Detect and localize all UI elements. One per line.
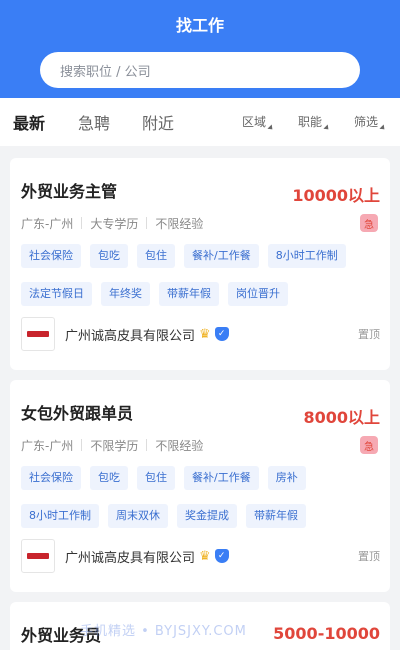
watermark: 手机精选 • BYJSJXY.COM [80,624,247,639]
benefit-tags: 法定节假日 年终奖 带薪年假 岗位晋升 [21,282,297,306]
company-row[interactable]: 广州诚高皮具有限公司 ♛ ✓ 置顶 [21,317,380,351]
job-salary: 8000以上 [303,408,380,427]
benefit-tag: 餐补/工作餐 [184,244,259,268]
job-meta: 广东-广州 大专学历 不限经验 [21,215,203,232]
benefit-tags: 社会保险 包吃 包住 餐补/工作餐 房补 [21,466,315,490]
crown-icon: ♛ [199,326,211,342]
dropdown-triangle-icon [379,124,387,132]
filter-region-label: 区域 [242,115,267,129]
job-education: 大专学历 [90,217,139,231]
tab-latest[interactable]: 最新 [13,110,45,134]
job-salary: 5000-10000 [273,624,380,643]
search-placeholder: 搜索职位 / 公司 [60,64,151,80]
benefit-tag: 包住 [137,244,175,268]
job-meta: 广东-广州 不限学历 不限经验 [21,437,203,454]
benefit-tag: 餐补/工作餐 [184,466,259,490]
filter-region[interactable]: 区域 [242,113,275,132]
tab-urgent[interactable]: 急聘 [78,110,110,134]
benefit-tag: 房补 [267,466,306,490]
page-title: 找工作 [175,16,224,35]
verified-icon: ✓ [214,327,229,341]
benefit-tag: 奖金提成 [177,504,237,528]
job-experience: 不限经验 [155,217,204,231]
urgent-badge: 急 [360,214,378,232]
company-row[interactable]: 广州诚高皮具有限公司 ♛ ✓ 置顶 [21,539,380,573]
divider [146,439,148,451]
benefit-tag: 包吃 [90,466,128,490]
company-logo [21,317,55,351]
dropdown-triangle-icon [267,124,275,132]
benefit-tag: 包住 [137,466,175,490]
tab-nearby[interactable]: 附近 [142,110,174,134]
job-title: 外贸业务主管 [21,182,118,201]
pinned-label: 置顶 [358,550,380,563]
job-title: 女包外贸跟单员 [21,404,134,423]
filter-screen[interactable]: 筛选 [354,113,387,132]
job-location: 广东-广州 [21,439,74,453]
company-name: 广州诚高皮具有限公司 [65,550,196,566]
benefit-tags: 8小时工作制 周末双休 奖金提成 带薪年假 [21,504,315,528]
filter-function-label: 职能 [298,115,323,129]
benefit-tag: 社会保险 [21,466,81,490]
benefit-tag: 带薪年假 [159,282,219,306]
benefit-tag: 法定节假日 [21,282,92,306]
benefit-tags: 社会保险 包吃 包住 餐补/工作餐 8小时工作制 [21,244,355,268]
urgent-badge: 急 [360,436,378,454]
benefit-tag: 8小时工作制 [267,244,346,268]
tab-filter-bar: 最新 急聘 附近 区域 职能 筛选 [0,98,400,146]
benefit-tag: 8小时工作制 [21,504,99,528]
company-logo [21,539,55,573]
benefit-tag: 带薪年假 [246,504,306,528]
divider [81,217,83,229]
benefit-tag: 年终奖 [101,282,150,306]
verified-icon: ✓ [214,549,229,563]
app-header: 找工作 搜索职位 / 公司 [0,0,400,98]
job-salary: 10000以上 [292,186,380,205]
crown-icon: ♛ [199,548,211,564]
benefit-tag: 周末双休 [108,504,168,528]
search-input[interactable]: 搜索职位 / 公司 [40,52,360,88]
divider [146,217,148,229]
job-card[interactable]: 外贸业务主管 10000以上 广东-广州 大专学历 不限经验 急 社会保险 包吃… [10,158,390,370]
dropdown-triangle-icon [323,124,331,132]
divider [81,439,83,451]
job-experience: 不限经验 [155,439,204,453]
pinned-label: 置顶 [358,328,380,341]
filter-screen-label: 筛选 [354,115,379,129]
company-logo-mark [27,553,49,559]
benefit-tag: 岗位晋升 [228,282,288,306]
job-location: 广东-广州 [21,217,74,231]
company-logo-mark [27,331,49,337]
filter-function[interactable]: 职能 [298,113,331,132]
benefit-tag: 包吃 [90,244,128,268]
company-name: 广州诚高皮具有限公司 [65,328,196,344]
benefit-tag: 社会保险 [21,244,81,268]
job-card[interactable]: 女包外贸跟单员 8000以上 广东-广州 不限学历 不限经验 急 社会保险 包吃… [10,380,390,592]
job-education: 不限学历 [90,439,139,453]
